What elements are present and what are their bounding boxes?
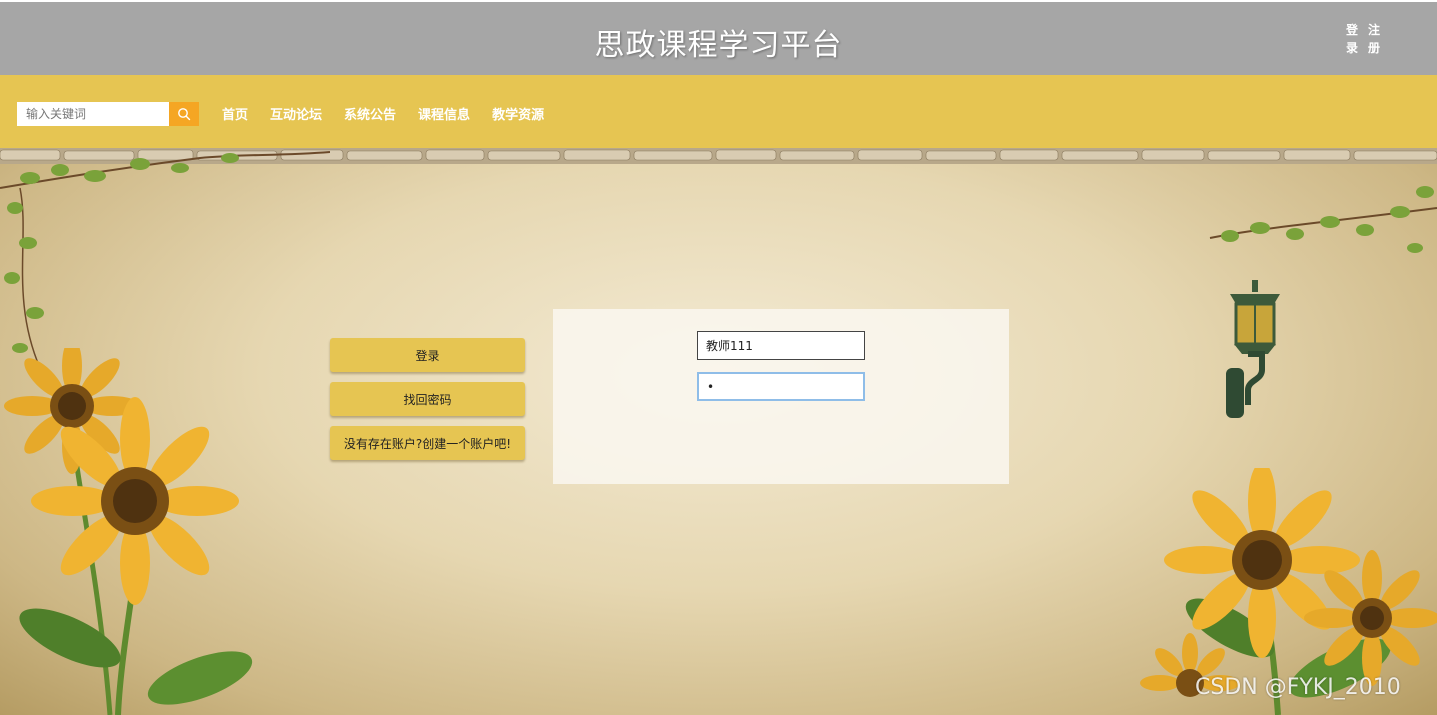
sunflower-decoration-left: [4, 348, 253, 715]
nav-item-home[interactable]: 首页: [222, 104, 248, 123]
vine-decoration-right: [1209, 186, 1437, 253]
background-scene: 登录 找回密码 没有存在账户?创建一个账户吧!: [0, 148, 1437, 715]
login-button[interactable]: 登录: [330, 338, 525, 372]
register-link-bottom[interactable]: 册: [1368, 40, 1382, 56]
site-title: 思政课程学习平台: [594, 28, 843, 63]
login-page: 思政课程学习平台 登 注 录 册 首页 互动论坛 系统公告 课程信息 教学资源: [0, 0, 1437, 715]
register-link-top[interactable]: 注: [1368, 22, 1382, 38]
lantern-decoration: [1226, 280, 1280, 418]
create-account-button[interactable]: 没有存在账户?创建一个账户吧!: [330, 426, 525, 460]
nav-menu: 首页 互动论坛 系统公告 课程信息 教学资源: [222, 104, 544, 123]
site-header: 思政课程学习平台 登 注 录 册: [0, 2, 1437, 75]
login-link-top[interactable]: 登: [1346, 22, 1360, 38]
nav-item-resources[interactable]: 教学资源: [492, 104, 544, 123]
nav-item-forum[interactable]: 互动论坛: [270, 104, 322, 123]
search-button[interactable]: [169, 102, 199, 126]
auth-links: 登 注 录 册: [1346, 22, 1386, 56]
recover-password-button[interactable]: 找回密码: [330, 382, 525, 416]
login-link-bottom[interactable]: 录: [1346, 40, 1360, 56]
nav-item-announcements[interactable]: 系统公告: [344, 104, 396, 123]
username-field[interactable]: [697, 331, 865, 360]
watermark: CSDN @FYKJ_2010: [1195, 675, 1401, 700]
nav-bar: 首页 互动论坛 系统公告 课程信息 教学资源: [0, 75, 1437, 148]
search-input[interactable]: [17, 102, 169, 126]
nav-item-courses[interactable]: 课程信息: [418, 104, 470, 123]
password-field[interactable]: [697, 372, 865, 401]
search-icon: [178, 108, 191, 121]
login-form-panel: [553, 309, 1009, 484]
